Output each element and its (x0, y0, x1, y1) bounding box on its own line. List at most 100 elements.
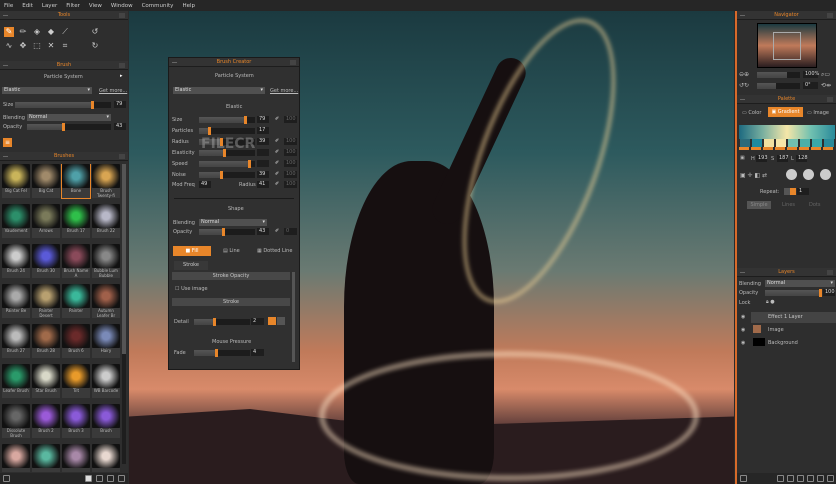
brush-options-button[interactable]: ≡ (3, 138, 12, 147)
menu-edit[interactable]: Edit (22, 3, 33, 9)
radial-mode-button[interactable] (803, 169, 814, 180)
eye-icon[interactable]: ◉ (741, 314, 745, 320)
fade-value[interactable]: 4 (251, 349, 264, 356)
bc-row-value[interactable]: 39 (257, 171, 269, 178)
opacity-slider[interactable] (27, 123, 111, 131)
eyedropper-icon[interactable]: ⟋ (60, 27, 70, 37)
zoom-value[interactable]: 100% (803, 71, 819, 78)
delete-brush-icon[interactable] (118, 475, 125, 482)
brush-item[interactable]: Brush 6 (62, 324, 90, 358)
bc-row-value[interactable] (257, 160, 269, 167)
get-more-link[interactable]: Get more... (99, 88, 127, 94)
pencil-icon[interactable]: ✏ (18, 27, 28, 37)
brush-item[interactable]: Painter Be (2, 284, 30, 318)
brush-item[interactable]: Bubble Lum Bubble (92, 244, 120, 278)
pressure-off-button[interactable] (277, 317, 285, 325)
pressure-icon[interactable]: ✐ (275, 228, 279, 234)
bc-opacity-extra[interactable]: 0 (284, 228, 297, 235)
bc-scrollbar[interactable] (292, 272, 295, 362)
brush-item[interactable]: Vaudement (2, 204, 30, 238)
menu-window[interactable]: Window (111, 3, 133, 9)
bc-row-value[interactable]: 79 (257, 116, 269, 123)
layers-blending-select[interactable]: Normal (765, 280, 835, 287)
pressure-on-button[interactable] (268, 317, 276, 325)
brush-item[interactable]: Hairy (92, 324, 120, 358)
gradient-stop[interactable] (764, 139, 774, 147)
use-image-checkbox[interactable]: ☐ Use image (175, 286, 208, 292)
fade-slider[interactable] (194, 349, 250, 357)
repeat-on[interactable] (790, 188, 796, 195)
bc-opacity-slider[interactable] (199, 228, 255, 236)
rotation-value[interactable]: 0° (803, 82, 818, 89)
bc-row-slider[interactable] (199, 127, 255, 135)
rotate-icon[interactable]: ↺↻ (739, 82, 749, 89)
crop-icon[interactable]: ⌗ (60, 41, 70, 51)
linear-mode-button[interactable] (786, 169, 797, 180)
new-layer-icon[interactable] (777, 475, 784, 482)
fill-icon[interactable]: ◆ (46, 27, 56, 37)
bc-preset-select[interactable]: Elastic (173, 87, 265, 94)
eye-icon[interactable]: ◉ (741, 327, 745, 333)
new-brush-icon[interactable] (85, 475, 92, 482)
effect-icon[interactable] (817, 475, 824, 482)
size-value[interactable]: 79 (114, 101, 126, 108)
brush-item[interactable]: Autumn Leafer Br (92, 284, 120, 318)
bc-row-extra[interactable]: 100 (284, 138, 297, 145)
brush-item[interactable]: Brush (92, 404, 120, 438)
redo-icon[interactable]: ↻ (90, 41, 100, 51)
menu-view[interactable]: View (89, 3, 102, 9)
brush-item[interactable]: Painter (62, 284, 90, 318)
brush-preset-select[interactable]: Elastic (2, 87, 92, 94)
bc-row-extra[interactable]: 100 (284, 160, 297, 167)
layer-row[interactable]: Background (768, 340, 798, 346)
brush-item[interactable]: Brush 30 (32, 244, 60, 278)
repeat-value[interactable]: 1 (797, 188, 809, 195)
palette-tab-image[interactable]: ▭ Image (807, 110, 829, 116)
layers-opacity-slider[interactable] (765, 289, 822, 297)
gradient-stop[interactable] (824, 139, 834, 147)
detail-value[interactable]: 2 (251, 318, 264, 325)
layer-row[interactable]: Effect 1 Layer (751, 312, 836, 323)
brush-item[interactable]: Big Cat (32, 164, 60, 198)
tab-dotted-line[interactable]: ▦ Dotted Line (257, 248, 292, 254)
stroke-opacity-section[interactable]: Stroke Opacity (172, 272, 290, 280)
brush-creator-header[interactable]: Brush Creator (169, 58, 299, 67)
layers-opacity-value[interactable]: 100 (823, 289, 835, 296)
mode-dots[interactable]: Dots (809, 202, 820, 208)
tab-line[interactable]: ▤ Line (223, 248, 240, 254)
bc-blending-select[interactable]: Normal (199, 219, 267, 226)
brush-item[interactable]: Tilt (62, 364, 90, 398)
brush-item[interactable]: Brush 22 (92, 204, 120, 238)
add-layer-icon[interactable] (787, 475, 794, 482)
brush-item[interactable]: Brush Twenty-fi (92, 164, 120, 198)
navigator-thumbnail[interactable] (757, 23, 817, 68)
pressure-icon[interactable]: ✐ (275, 160, 279, 166)
bc-opacity-value[interactable]: 43 (257, 228, 269, 235)
s-value[interactable]: 187 (777, 155, 789, 162)
bc-radius-extra[interactable]: 100 (284, 181, 297, 188)
mod-freq-value[interactable]: 49 (199, 181, 211, 188)
gradient-stop-markers[interactable] (739, 147, 835, 150)
brush-item[interactable]: Leafer Brush (2, 364, 30, 398)
mode-simple[interactable]: Simple (747, 201, 771, 209)
gradient-preview[interactable] (739, 125, 835, 139)
bc-row-value[interactable] (257, 149, 269, 156)
brush-item[interactable] (92, 444, 120, 472)
blending-select[interactable]: Normal (27, 114, 111, 121)
pressure-icon[interactable]: ✐ (275, 138, 279, 144)
menu-community[interactable]: Community (142, 3, 174, 9)
zoom-slider[interactable] (757, 72, 800, 78)
flip-icon[interactable]: ⟲⇹ (821, 82, 831, 89)
brush-item[interactable]: Brush 3 (62, 404, 90, 438)
menu-file[interactable]: File (4, 3, 13, 9)
tab-fill[interactable]: ■ Fill (173, 246, 211, 256)
layer-settings-icon[interactable] (740, 475, 747, 482)
gradient-stop[interactable] (776, 139, 786, 147)
brush-item[interactable]: WB Barcode (92, 364, 120, 398)
brush-item[interactable]: Arrows (32, 204, 60, 238)
fit-icon[interactable]: ⌕▭ (821, 71, 830, 79)
bc-radius-value[interactable]: 41 (257, 181, 269, 188)
opacity-value[interactable]: 43 (114, 123, 126, 130)
mode-lines[interactable]: Lines (782, 202, 795, 208)
gradient-stops[interactable] (739, 139, 835, 147)
